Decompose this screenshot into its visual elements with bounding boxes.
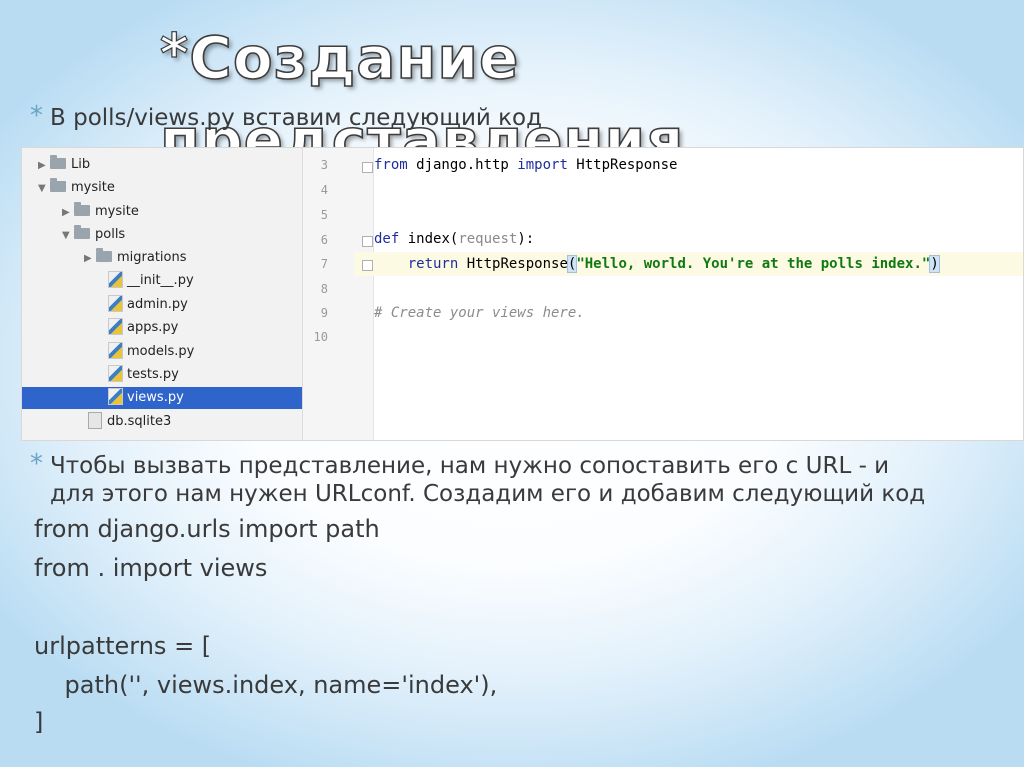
line-number: 6 [320,233,328,247]
keyword: return [407,256,459,272]
line-number: 3 [320,158,328,172]
title-star: * [159,21,190,85]
tree-item-init-py[interactable]: __init__.py [108,270,194,292]
identifier: HttpResponse [567,157,678,173]
slide-title: *Создание представления [159,18,980,174]
tree-item-polls[interactable]: ▼ polls [62,224,125,246]
slide-code-line-1: from django.urls import path [34,515,380,543]
python-file-icon [108,342,123,359]
fold-marker-icon[interactable] [362,236,373,247]
slide-code-line-5: path('', views.index, name='index'), [34,671,498,699]
python-file-icon [108,365,123,382]
line-number: 8 [320,282,328,296]
tree-item-label: views.py [127,390,184,405]
slide-code-line-4: urlpatterns = [ [34,632,212,660]
line-number: 9 [320,306,328,320]
slide-code-line-2: from . import views [34,554,268,582]
tree-item-migrations[interactable]: ▶ migrations [84,247,187,269]
module-name: django.http [407,157,518,173]
folder-icon [50,155,66,169]
tree-item-label: Lib [71,157,91,172]
collapse-arrow-icon[interactable]: ▼ [62,225,74,247]
bullet-2-line-2: для этого нам нужен URLconf. Создадим ег… [50,481,926,507]
tree-item-label: models.py [127,344,195,359]
tree-item-label: mysite [71,180,115,195]
identifier: HttpResponse [458,256,568,272]
expand-arrow-icon[interactable]: ▶ [38,155,50,177]
tree-item-label: apps.py [127,320,179,335]
expand-arrow-icon[interactable]: ▶ [84,248,96,270]
database-file-icon [88,412,102,429]
bullet-1-text: В polls/views.py вставим следующий код [50,105,543,131]
bullet-2: * Чтобы вызвать представление, нам нужно… [30,449,1020,508]
project-tree: ▶ Lib ▼ mysite ▶ mysite ▼ polls ▶ migrations … [22,148,303,440]
folder-icon [74,202,90,216]
tree-item-tests-py[interactable]: tests.py [108,364,179,386]
string-literal: "Hello, world. You're at the polls index… [576,256,931,272]
tree-item-lib[interactable]: ▶ Lib [38,154,90,176]
tree-item-apps-py[interactable]: apps.py [108,317,178,339]
tree-item-label: admin.py [127,297,188,312]
code-line-6[interactable]: def index(request): [374,229,534,249]
tree-item-admin-py[interactable]: admin.py [108,294,188,316]
keyword: def [374,231,400,247]
tree-item-label: __init__.py [127,273,194,288]
expand-arrow-icon[interactable]: ▶ [62,202,74,224]
fold-marker-icon[interactable] [362,162,373,173]
tree-item-models-py[interactable]: models.py [108,341,194,363]
fold-gutter [353,148,374,440]
paren: ) [929,255,940,273]
folder-icon [96,248,112,262]
line-number: 5 [320,208,328,222]
python-file-icon [108,271,123,288]
ide-screenshot: ▶ Lib ▼ mysite ▶ mysite ▼ polls ▶ migrations … [21,147,1024,441]
comment: # Create your views here. [374,305,585,321]
line-number: 10 [313,330,328,344]
tree-item-label: tests.py [127,367,179,382]
tree-item-label: mysite [95,204,139,219]
tree-item-mysite-inner[interactable]: ▶ mysite [62,201,139,223]
parameter: request [458,231,518,247]
punctuation: ): [517,231,535,247]
bullet-1: * В polls/views.py вставим следующий код [30,101,730,132]
line-number: 7 [320,257,328,271]
line-number: 4 [320,183,328,197]
python-file-icon [108,388,123,405]
folder-icon [74,225,90,239]
code-line-3[interactable]: from django.http import HttpResponse [374,155,677,175]
slide-code-line-6: ] [34,708,44,736]
tree-item-views-py[interactable]: views.py [22,387,302,409]
bullet-star: * [30,101,43,131]
tree-item-label: db.sqlite3 [107,414,172,429]
collapse-arrow-icon[interactable]: ▼ [38,178,50,200]
keyword: import [517,157,568,173]
python-file-icon [108,318,123,335]
bullet-2-line-1: Чтобы вызвать представление, нам нужно с… [50,453,890,479]
python-file-icon [108,295,123,312]
code-line-7[interactable]: return HttpResponse("Hello, world. You'r… [374,254,940,274]
keyword: from [374,157,408,173]
code-line-9[interactable]: # Create your views here. [374,303,585,323]
function-name: index( [399,231,459,247]
tree-item-label: migrations [117,250,187,265]
tree-item-mysite[interactable]: ▼ mysite [38,177,115,199]
fold-marker-icon[interactable] [362,260,373,271]
bullet-star: * [30,449,43,479]
tree-item-label: polls [95,227,126,242]
tree-item-db-sqlite3[interactable]: db.sqlite3 [88,411,171,433]
folder-icon [50,178,66,192]
